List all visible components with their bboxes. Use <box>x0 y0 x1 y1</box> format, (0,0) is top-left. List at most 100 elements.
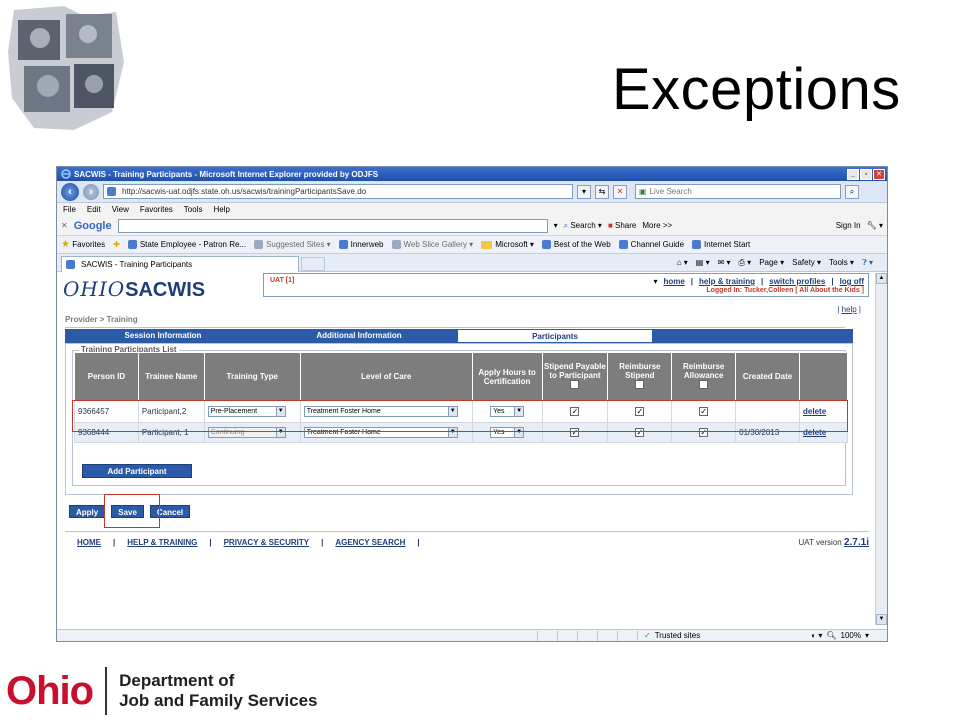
favorites-button[interactable]: ★ Favorites <box>61 239 105 250</box>
favorites-label: Favorites <box>72 240 106 249</box>
share-label: Share <box>615 221 637 230</box>
tab-session-information[interactable]: Session Information <box>65 329 261 343</box>
help-link[interactable]: help <box>842 305 857 314</box>
zoom-value: 100% <box>840 631 861 640</box>
logo-divider <box>105 667 108 715</box>
compat-view-button[interactable]: ⇆ <box>595 184 609 199</box>
help-icon[interactable]: ❓︎ ▾ <box>862 258 873 268</box>
google-search-input[interactable] <box>117 218 548 233</box>
home-icon[interactable]: ⌂ ▾ <box>677 258 688 268</box>
logo-sacwis-text: SACWIS <box>125 279 206 301</box>
fav-folder-microsoft[interactable]: Microsoft ▾ <box>481 240 534 249</box>
search-icon[interactable]: ⌕ <box>845 184 859 199</box>
back-button[interactable]: ‹ <box>61 182 79 201</box>
minimize-button[interactable]: _ <box>847 168 859 180</box>
stop-button[interactable]: ✕ <box>613 184 627 199</box>
col-reimburse-allowance: Reimburse Allowance <box>671 352 737 401</box>
footer-home-link[interactable]: HOME <box>77 538 101 547</box>
chevron-down-icon: ▾ <box>864 631 869 640</box>
col-stipend-payable: Stipend Payable to Participant <box>541 352 609 401</box>
fav-label: Suggested Sites ▾ <box>266 239 331 249</box>
tools-menu[interactable]: Tools ▾ <box>829 258 854 268</box>
url-text: http://sacwis-uat.odjfs.state.oh.us/sacw… <box>122 187 367 196</box>
sign-in-link[interactable]: Sign In <box>836 221 861 230</box>
fav-link-web-slice-gallery[interactable]: Web Slice Gallery ▾ <box>391 239 474 250</box>
apply-button[interactable]: Apply <box>69 505 106 518</box>
fav-label: State Employee - Patron Re... <box>139 239 247 249</box>
add-participant-button[interactable]: Add Participant <box>82 464 192 478</box>
divider <box>65 327 845 328</box>
google-search-label: Search <box>570 220 596 230</box>
switch-profiles-link[interactable]: switch profiles <box>769 277 825 286</box>
menu-tools[interactable]: Tools <box>184 205 203 214</box>
live-search-input[interactable]: ▣ Live Search <box>635 184 841 199</box>
tab-label: SACWIS - Training Participants <box>81 259 193 269</box>
menu-favorites[interactable]: Favorites <box>140 205 173 214</box>
feeds-icon[interactable]: ▤ ▾ <box>696 258 710 268</box>
page-tabs: Session Information Additional Informati… <box>65 329 853 343</box>
footer-agency-search-link[interactable]: AGENCY SEARCH <box>335 538 405 547</box>
status-segment <box>617 630 637 641</box>
google-search-button[interactable]: ⌕ Search ▾ <box>564 221 602 231</box>
fav-link-best-of-web[interactable]: Best of the Web <box>541 240 611 250</box>
tab-additional-information[interactable]: Additional Information <box>261 329 457 343</box>
help-training-link[interactable]: help & training <box>699 277 755 286</box>
vertical-scrollbar[interactable]: ▲ ▼ <box>875 273 887 625</box>
fav-link-innerweb[interactable]: Innerweb <box>338 240 384 250</box>
col-reimburse-stipend: Reimburse Stipend <box>607 352 673 401</box>
fav-label: Web Slice Gallery ▾ <box>403 239 474 249</box>
tab-participants[interactable]: Participants <box>457 329 653 343</box>
menu-edit[interactable]: Edit <box>87 205 101 214</box>
version-info: UAT version 2.7.1i <box>798 537 869 548</box>
browser-tab-active[interactable]: SACWIS - Training Participants <box>61 255 299 272</box>
zoom-control[interactable]: ◐ ▾ 🔍︎ 100% ▾ <box>811 631 887 640</box>
restore-button[interactable]: ▫ <box>860 168 872 180</box>
google-dropdown-icon[interactable]: ▾ <box>554 221 558 230</box>
menu-bar: File Edit View Favorites Tools Help <box>57 203 887 216</box>
page-menu[interactable]: Page ▾ <box>759 258 784 268</box>
select-all-stipend-checkbox[interactable] <box>570 380 580 389</box>
scroll-up-icon[interactable]: ▲ <box>876 273 887 284</box>
page-footer: HOME | HELP & TRAINING | PRIVACY & SECUR… <box>65 535 869 549</box>
menu-help[interactable]: Help <box>213 205 229 214</box>
fav-link-suggested-sites[interactable]: Suggested Sites ▾ <box>254 239 331 250</box>
fav-link-channel-guide[interactable]: Channel Guide <box>618 240 684 250</box>
version-label: UAT version <box>798 537 842 547</box>
fav-link-internet-start[interactable]: Internet Start <box>692 240 750 250</box>
close-button[interactable]: ✕ <box>873 168 885 180</box>
new-tab-button[interactable] <box>301 256 325 271</box>
safety-menu[interactable]: Safety ▾ <box>792 258 821 268</box>
home-link[interactable]: home <box>663 277 684 286</box>
version-number[interactable]: 2.7.1i <box>844 537 869 548</box>
google-toolbar: ✕ Google ▾ ⌕ Search ▾ ■ Share More >> Si… <box>57 216 887 236</box>
col-reimburse-allowance-label: Reimburse Allowance <box>683 362 725 380</box>
col-level-of-care: Level of Care <box>299 352 473 401</box>
mail-icon[interactable]: ✉ ▾ <box>718 258 731 268</box>
url-field[interactable]: http://sacwis-uat.odjfs.state.oh.us/sacw… <box>103 184 573 199</box>
close-toolbar-icon[interactable]: ✕ <box>61 221 68 230</box>
scroll-down-icon[interactable]: ▼ <box>876 614 887 625</box>
log-off-link[interactable]: log off <box>840 277 864 286</box>
menu-view[interactable]: View <box>112 205 129 214</box>
status-bar: ✓ Trusted sites ◐ ▾ 🔍︎ 100% ▾ <box>57 629 887 641</box>
separator: | <box>209 537 212 547</box>
forward-button[interactable]: › <box>83 183 99 200</box>
print-icon[interactable]: ⎙ ▾ <box>739 258 752 268</box>
ohio-wordmark: Ohio <box>6 668 94 713</box>
menu-file[interactable]: File <box>63 205 76 214</box>
ohio-sacwis-logo: OHIOSACWIS <box>63 277 205 302</box>
select-all-reimburse-allowance-checkbox[interactable] <box>699 380 709 389</box>
select-all-reimburse-stipend-checkbox[interactable] <box>635 380 645 389</box>
footer-help-training-link[interactable]: HELP & TRAINING <box>127 538 197 547</box>
footer-privacy-link[interactable]: PRIVACY & SECURITY <box>224 538 310 547</box>
wrench-icon[interactable]: 🔧︎ ▾ <box>867 221 883 230</box>
slide: Exceptions SACWIS - Training Participant… <box>0 0 960 720</box>
status-segment <box>537 630 557 641</box>
fav-link-state-employee[interactable]: State Employee - Patron Re... <box>127 239 247 250</box>
add-favorite-icon[interactable]: ✚ <box>113 240 120 249</box>
col-training-type: Training Type <box>203 352 301 401</box>
url-dropdown-button[interactable]: ▾ <box>577 184 591 199</box>
col-trainee-name: Trainee Name <box>137 352 205 401</box>
google-more-button[interactable]: More >> <box>642 221 672 230</box>
google-share-button[interactable]: ■ Share <box>608 221 636 230</box>
